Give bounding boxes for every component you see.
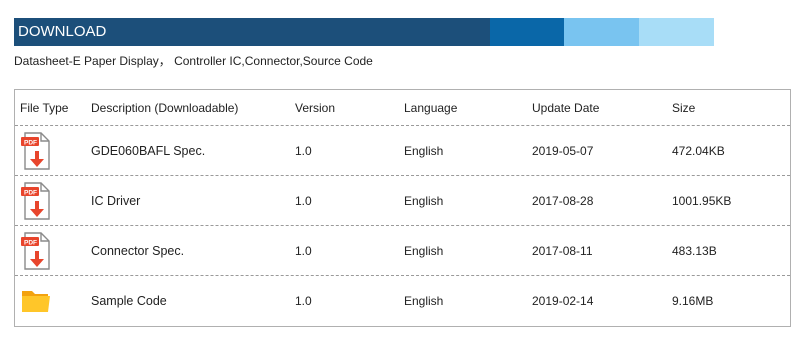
file-language: English	[404, 243, 444, 258]
table-row: PDF GDE060BAFL Spec. 1.0 English 2019-05…	[15, 126, 790, 176]
col-header-description: Description (Downloadable)	[91, 100, 239, 115]
pdf-icon[interactable]: PDF	[19, 181, 53, 221]
file-type-cell	[15, 281, 89, 321]
col-header-update-date: Update Date	[532, 100, 600, 115]
svg-text:PDF: PDF	[24, 139, 37, 146]
header-accent-1	[490, 18, 564, 46]
file-size: 9.16MB	[672, 294, 714, 308]
file-description-link[interactable]: Sample Code	[91, 294, 167, 308]
file-update-date: 2017-08-11	[532, 243, 593, 258]
file-update-date: 2019-05-07	[532, 143, 594, 158]
file-update-date: 2019-02-14	[532, 294, 594, 308]
pdf-icon[interactable]: PDF	[19, 131, 53, 171]
file-description-link[interactable]: Connector Spec.	[91, 244, 184, 258]
col-header-size: Size	[672, 100, 696, 115]
download-title: DOWNLOAD	[14, 18, 490, 46]
file-version: 1.0	[295, 294, 312, 308]
file-type-cell: PDF	[15, 131, 89, 171]
col-header-version: Version	[295, 100, 336, 115]
download-header-bar: DOWNLOAD	[14, 18, 714, 46]
file-language: English	[404, 143, 444, 158]
file-type-cell: PDF	[15, 181, 89, 221]
table-row: PDF IC Driver 1.0 English 2017-08-28 100…	[15, 176, 790, 226]
file-version: 1.0	[295, 243, 312, 258]
svg-text:PDF: PDF	[24, 239, 37, 246]
table-row: Sample Code 1.0 English 2019-02-14 9.16M…	[15, 276, 790, 326]
col-header-file-type: File Type	[20, 100, 69, 115]
file-version: 1.0	[295, 143, 312, 158]
pdf-icon[interactable]: PDF	[19, 231, 53, 271]
file-size: 483.13B	[672, 243, 717, 258]
svg-text:PDF: PDF	[24, 189, 37, 196]
download-table: File Type Description (Downloadable) Ver…	[14, 89, 791, 327]
file-description-link[interactable]: IC Driver	[91, 194, 140, 208]
file-size: 472.04KB	[672, 143, 725, 158]
file-version: 1.0	[295, 193, 312, 208]
file-language: English	[404, 193, 444, 208]
folder-icon[interactable]	[19, 281, 53, 321]
download-subtitle: Datasheet-E Paper Display， Controller IC…	[14, 54, 373, 68]
table-row: PDF Connector Spec. 1.0 English 2017-08-…	[15, 226, 790, 276]
header-accent-2	[564, 18, 639, 46]
file-type-cell: PDF	[15, 231, 89, 271]
file-size: 1001.95KB	[672, 193, 732, 208]
file-language: English	[404, 294, 444, 308]
header-accent-3	[639, 18, 714, 46]
table-header-row: File Type Description (Downloadable) Ver…	[15, 90, 790, 126]
file-description-link[interactable]: GDE060BAFL Spec.	[91, 144, 205, 158]
file-update-date: 2017-08-28	[532, 193, 594, 208]
col-header-language: Language	[404, 100, 458, 115]
